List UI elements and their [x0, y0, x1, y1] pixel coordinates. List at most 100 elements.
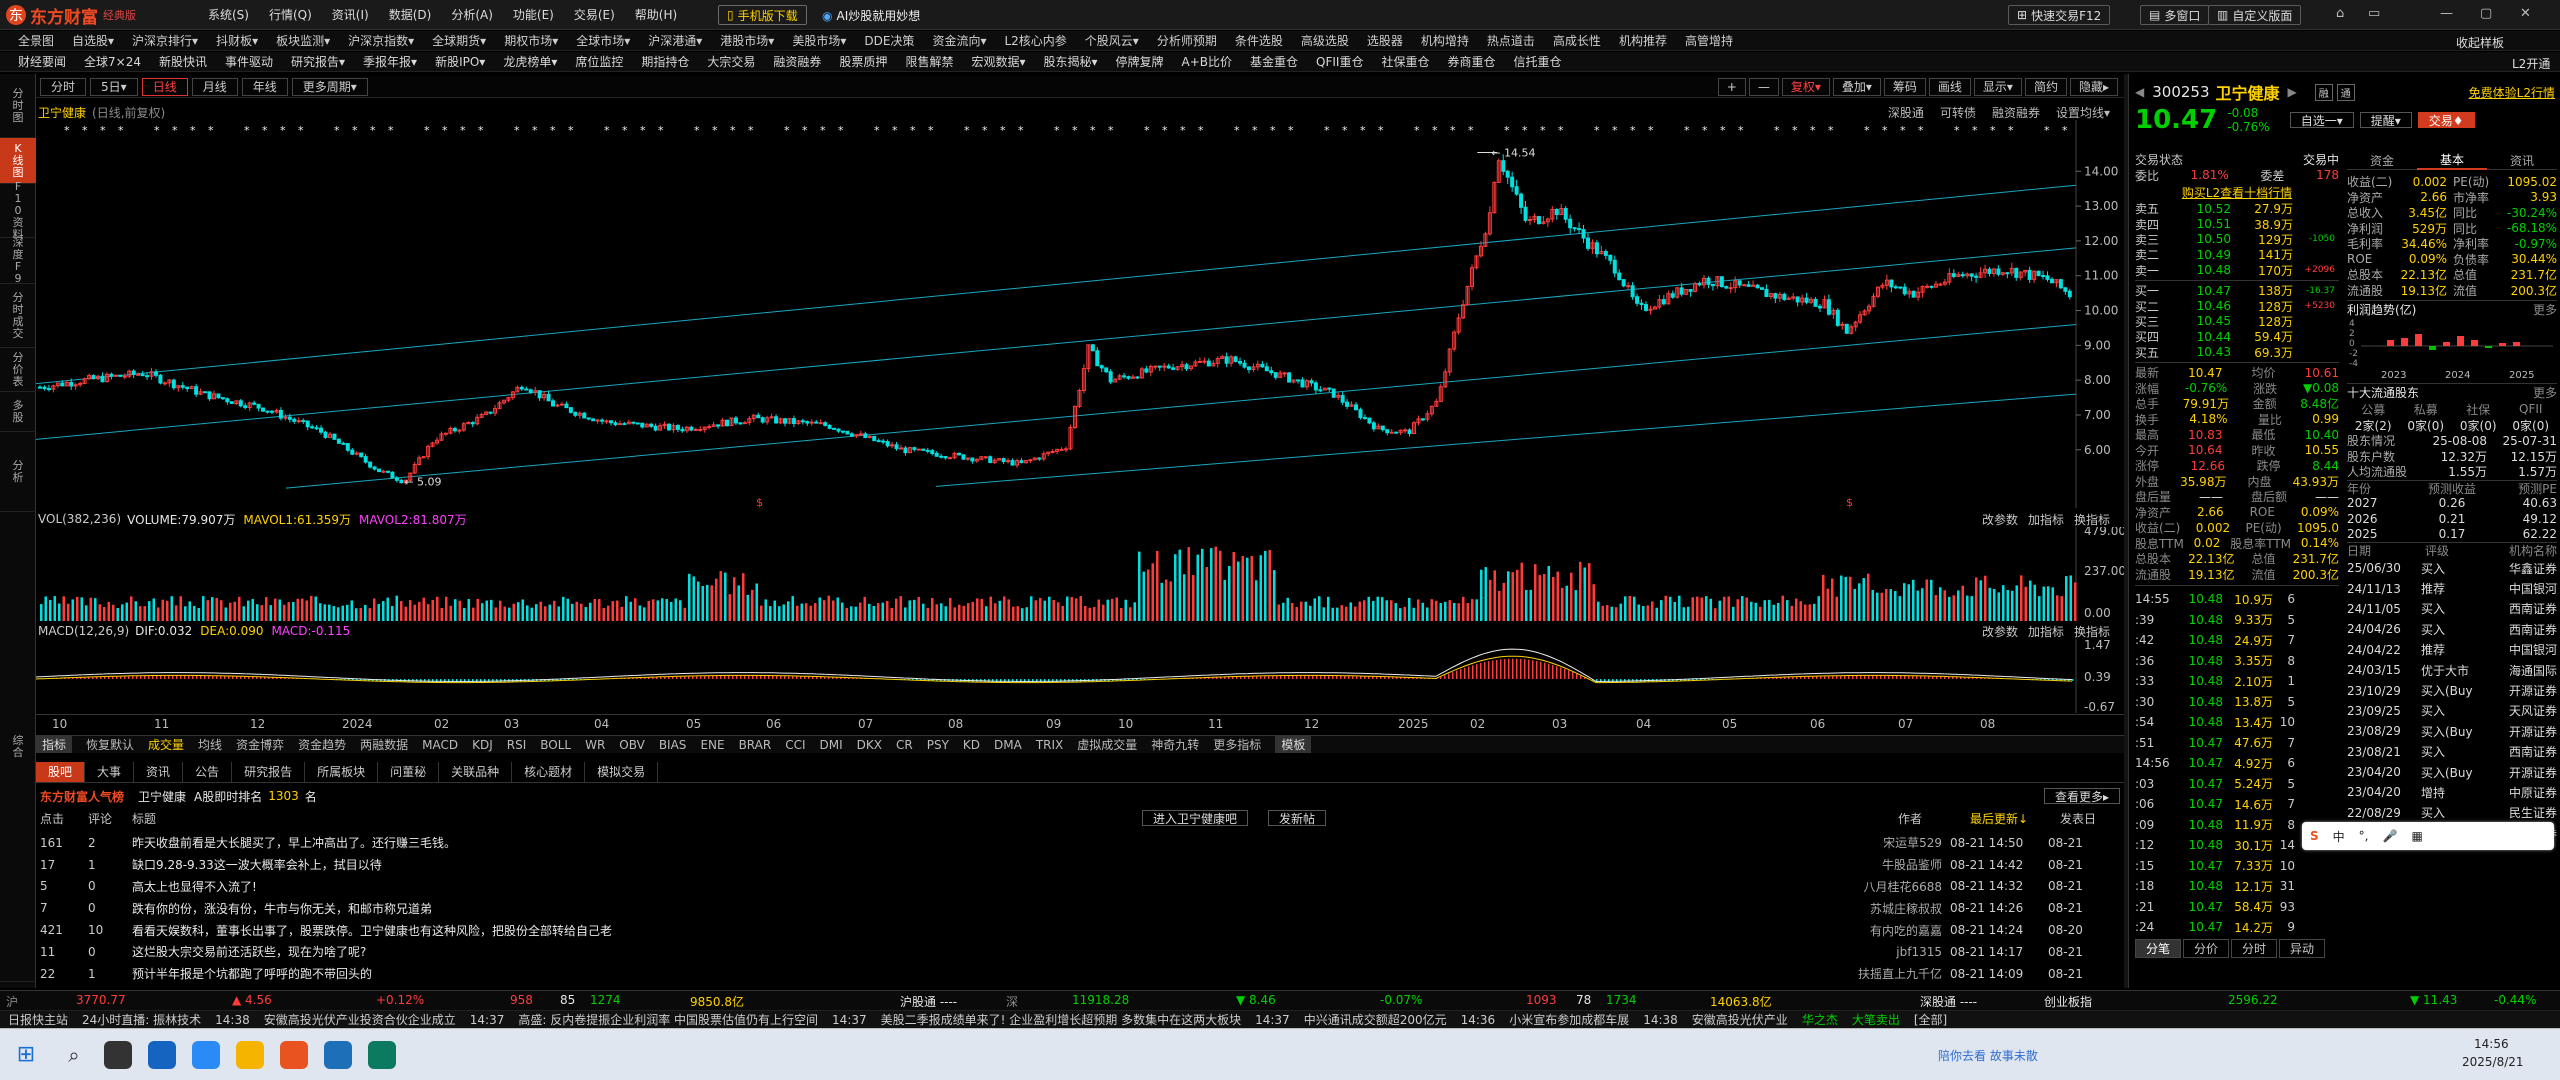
col-posted[interactable]: 发表日: [2060, 810, 2120, 827]
event-marker[interactable]: *: [622, 124, 628, 137]
ai-button[interactable]: ◉ AI炒股就用妙想: [822, 7, 920, 24]
col-comments[interactable]: 评论: [88, 810, 132, 827]
event-marker[interactable]: *: [1720, 124, 1726, 137]
vol-edit-param[interactable]: 改参数: [1982, 511, 2018, 528]
ticker-item[interactable]: 中兴通讯成交额超200亿元: [1304, 1011, 1447, 1028]
ticker-item[interactable]: 小米宣布参加成都车展: [1509, 1011, 1629, 1028]
event-marker[interactable]: *: [2008, 124, 2014, 137]
event-marker[interactable]: *: [928, 124, 934, 137]
next-stock-icon[interactable]: ▶: [2288, 85, 2297, 99]
event-marker[interactable]: *: [334, 124, 340, 137]
event-marker[interactable]: *: [1864, 124, 1870, 137]
ticker-item[interactable]: 24小时直播: 振林技术: [82, 1011, 201, 1028]
sidebar-tab[interactable]: 深度F9: [0, 236, 36, 284]
event-marker[interactable]: *: [82, 124, 88, 137]
event-marker[interactable]: *: [1684, 124, 1690, 137]
event-marker[interactable]: *: [820, 124, 826, 137]
event-marker[interactable]: *: [1504, 124, 1510, 137]
rating-row[interactable]: 24/11/05 买入 西南证券: [2347, 599, 2557, 619]
event-marker[interactable]: *: [1090, 124, 1096, 137]
news-row[interactable]: 11 0 这烂股大宗交易前还活跃些，现在为啥了呢? jbf1315 08-21 14:1…: [40, 941, 2120, 963]
rating-row[interactable]: 24/11/13 推荐 中国银河: [2347, 578, 2557, 598]
search-icon[interactable]: ⌕: [60, 1041, 88, 1069]
ticker-item[interactable]: 安徽高投光伏产业: [1692, 1011, 1788, 1028]
event-marker[interactable]: *: [730, 124, 736, 137]
event-marker[interactable]: *: [1594, 124, 1600, 137]
event-marker[interactable]: *: [1792, 124, 1798, 137]
event-marker[interactable]: *: [982, 124, 988, 137]
ticker-item[interactable]: 大笔卖出: [1852, 1011, 1900, 1028]
nav1-item[interactable]: 分析师预期: [1157, 32, 1217, 49]
news-title[interactable]: 高太上也显得不入流了!: [132, 878, 1832, 895]
ask-level[interactable]: 卖一 10.48 170万 +2096: [2135, 263, 2339, 278]
event-marker[interactable]: *: [100, 124, 106, 137]
nav2-item[interactable]: 事件驱动: [225, 53, 273, 70]
nav1-item[interactable]: 沪深京指数▾: [348, 32, 414, 49]
rating-row[interactable]: 24/04/26 买入 西南证券: [2347, 619, 2557, 639]
l2-open-link[interactable]: L2开通: [2512, 55, 2550, 72]
event-marker[interactable]: *: [1828, 124, 1834, 137]
menu-analysis[interactable]: 分析(A): [451, 6, 493, 23]
nav1-item[interactable]: 沪深港通▾: [648, 32, 702, 49]
news-author[interactable]: 牛股品鉴师: [1832, 856, 1950, 873]
sidebar-tab[interactable]: 分时图: [0, 74, 36, 138]
event-marker[interactable]: *: [1018, 124, 1024, 137]
news-tab[interactable]: 问董秘: [378, 761, 440, 782]
nav1-item[interactable]: 沪深京排行▾: [132, 32, 198, 49]
event-marker[interactable]: *: [568, 124, 574, 137]
kline-chart[interactable]: 6.007.008.009.0010.0011.0012.0013.0014.0…: [36, 120, 2124, 508]
chart-tool-button[interactable]: +: [1717, 77, 1746, 96]
close-icon[interactable]: ✕: [2520, 6, 2531, 21]
nav2-item[interactable]: QFII重仓: [1316, 53, 1363, 70]
news-row[interactable]: 161 2 昨天收盘前看是大长腿买了，早上冲高出了。还行赚三毛钱。 宋运草529 08-…: [40, 832, 2120, 854]
chart-tool-button[interactable]: 显示▾: [1973, 77, 2022, 96]
indicator-tab[interactable]: KD: [963, 738, 980, 752]
eastmoney-icon[interactable]: [280, 1041, 308, 1069]
event-marker[interactable]: *: [874, 124, 880, 137]
macd-add-indicator[interactable]: 加指标: [2028, 623, 2064, 640]
ime-punct-toggle[interactable]: °,: [2359, 829, 2369, 843]
nav2-item[interactable]: 股东揭秘▾: [1043, 53, 1097, 70]
ticker-item[interactable]: 安徽高投光伏产业投资合伙企业成立: [264, 1011, 456, 1028]
tick-tab[interactable]: 分时: [2231, 939, 2278, 959]
nav2-item[interactable]: 基金重仓: [1250, 53, 1298, 70]
info-tab[interactable]: 基本: [2417, 151, 2487, 170]
menu-news[interactable]: 资讯(I): [332, 6, 369, 23]
indicator-tab[interactable]: 模板: [1275, 736, 1312, 753]
bid-level[interactable]: 买一 10.47 138万 -16.37: [2135, 283, 2339, 299]
event-marker[interactable]: *: [244, 124, 250, 137]
windows-start-icon[interactable]: ⊞: [12, 1041, 40, 1069]
event-marker[interactable]: *: [802, 124, 808, 137]
nav1-item[interactable]: DDE决策: [864, 32, 914, 49]
event-marker[interactable]: *: [604, 124, 610, 137]
multi-window-button[interactable]: ▤ 多窗口: [2140, 5, 2210, 25]
nav1-item[interactable]: 高管增持: [1685, 32, 1733, 49]
period-button[interactable]: 更多周期▾: [291, 77, 368, 96]
news-row[interactable]: 421 10 看看天娱数科，董事长出事了，股票跌停。卫宁健康也有这种风险，把股份全部…: [40, 919, 2120, 941]
indicator-tab[interactable]: TRIX: [1036, 738, 1063, 752]
home-icon[interactable]: ⌂: [2336, 6, 2344, 21]
col-author[interactable]: 作者: [1898, 810, 1970, 827]
chart-tool-button[interactable]: —: [1748, 77, 1779, 96]
period-button[interactable]: 月线: [191, 77, 238, 96]
view-more-button[interactable]: 查看更多▸: [2043, 788, 2120, 804]
news-tab[interactable]: 所属板块: [305, 761, 379, 782]
nav2-item[interactable]: 席位监控: [575, 53, 623, 70]
link-margin[interactable]: 融资融券: [1992, 104, 2040, 121]
sidebar-tab[interactable]: 多股: [0, 392, 36, 432]
alert-button[interactable]: 提醒▾: [2359, 112, 2412, 128]
ticker-item[interactable]: 14:36: [1461, 1013, 1496, 1027]
rating-row[interactable]: 24/03/15 优于大市 海通国际: [2347, 660, 2557, 680]
ticker-item[interactable]: [全部]: [1914, 1011, 1947, 1028]
tick-tab[interactable]: 异动: [2279, 939, 2326, 959]
ime-lang-toggle[interactable]: 中: [2333, 828, 2345, 845]
news-row[interactable]: 17 1 缺口9.28-9.33这一波大概率会补上，拭目以待 牛股品鉴师 08-21 1…: [40, 854, 2120, 876]
nav1-item[interactable]: 抖财板▾: [216, 32, 258, 49]
nav1-item[interactable]: 个股风云▾: [1085, 32, 1139, 49]
event-marker[interactable]: *: [1954, 124, 1960, 137]
chart-tool-button[interactable]: 隐藏▸: [2069, 77, 2118, 96]
event-marker[interactable]: *: [298, 124, 304, 137]
event-marker[interactable]: *: [892, 124, 898, 137]
event-marker[interactable]: *: [1900, 124, 1906, 137]
free-l2-link[interactable]: 免费体验L2行情: [2469, 84, 2555, 101]
